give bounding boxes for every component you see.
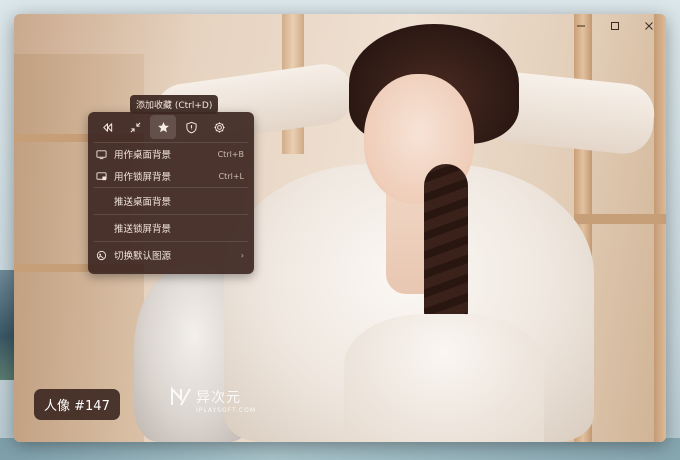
lock-screen-icon xyxy=(96,171,107,180)
watermark-logo-icon xyxy=(171,387,191,406)
menu-item-label: 用作锁屏背景 xyxy=(114,172,172,183)
menu-item-set-desktop[interactable]: 用作桌面背景 Ctrl+B xyxy=(88,143,254,165)
close-button[interactable] xyxy=(632,14,666,38)
photo-shelf-plank xyxy=(574,214,666,224)
menu-item-label: 用作桌面背景 xyxy=(114,150,172,161)
window-controls xyxy=(564,14,666,38)
source-icon xyxy=(96,250,107,260)
menu-item-switch-source[interactable]: 切换默认图源 › xyxy=(88,242,254,268)
menu-item-push-lockscreen[interactable]: 推送锁屏背景 xyxy=(88,215,254,241)
settings-button[interactable] xyxy=(206,115,232,139)
shrink-icon xyxy=(129,121,141,133)
maximize-button[interactable] xyxy=(598,14,632,38)
gear-icon xyxy=(213,121,225,133)
menu-item-label: 推送锁屏背景 xyxy=(114,224,172,235)
minimize-button[interactable] xyxy=(564,14,598,38)
photo-trousers xyxy=(344,314,544,442)
context-menu: 用作桌面背景 Ctrl+B 用作锁屏背景 Ctrl+L 推送桌面背景 推送锁屏背… xyxy=(88,112,254,274)
watermark-text: 异次元 xyxy=(196,390,241,406)
rewind-icon xyxy=(102,122,112,132)
menu-item-label: 推送桌面背景 xyxy=(114,197,172,208)
close-icon xyxy=(645,22,653,30)
star-icon xyxy=(157,121,169,132)
shield-icon xyxy=(185,121,197,133)
shrink-button[interactable] xyxy=(122,115,148,139)
wallpaper-viewer-window: 添加收藏 (Ctrl+D) 用作桌面背景 Ctrl+B 用作锁屏背景 Ctrl+… xyxy=(14,14,666,442)
shield-button[interactable] xyxy=(178,115,204,139)
chevron-right-icon: › xyxy=(240,250,244,260)
favorite-button[interactable] xyxy=(150,115,176,139)
menu-item-push-desktop[interactable]: 推送桌面背景 xyxy=(88,188,254,214)
monitor-icon xyxy=(96,149,107,159)
menu-item-shortcut: Ctrl+B xyxy=(217,149,244,159)
menu-toolbar xyxy=(88,112,254,142)
rewind-button[interactable] xyxy=(94,115,120,139)
menu-item-label: 切换默认图源 xyxy=(114,251,172,262)
minimize-icon xyxy=(577,25,585,27)
menu-item-set-lockscreen[interactable]: 用作锁屏背景 Ctrl+L xyxy=(88,165,254,187)
menu-item-shortcut: Ctrl+L xyxy=(218,171,244,181)
wallpaper-category-badge: 人像 #147 xyxy=(34,389,120,420)
watermark-subtext: IPLAYSOFT.COM xyxy=(196,407,256,414)
watermark: 异次元 IPLAYSOFT.COM xyxy=(170,387,255,414)
maximize-icon xyxy=(611,22,619,30)
photo-braid xyxy=(424,164,468,334)
photo-wood-post xyxy=(654,14,666,442)
